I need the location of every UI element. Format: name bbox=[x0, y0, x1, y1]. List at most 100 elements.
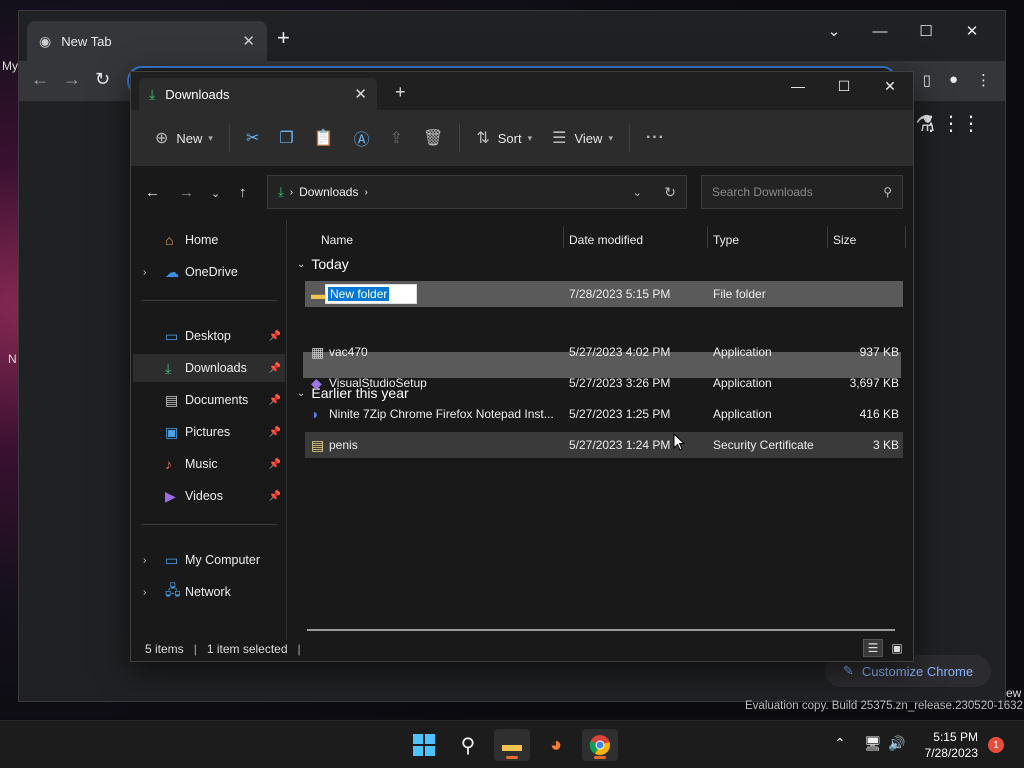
sidebar-item-my-computer[interactable]: › ▭ My Computer bbox=[133, 546, 285, 574]
view-button[interactable]: ☰ View ▾ bbox=[542, 120, 623, 156]
tab-search-icon[interactable]: ⌄ bbox=[811, 15, 857, 47]
volume-icon[interactable]: 🔊 bbox=[888, 735, 905, 752]
sidebar-item-network[interactable]: › 🖧 Network bbox=[133, 578, 285, 606]
explorer-tab-title: Downloads bbox=[165, 86, 230, 102]
forward-icon[interactable]: → bbox=[179, 184, 194, 201]
sidebar-item-desktop[interactable]: ▭ Desktop 📌 bbox=[133, 322, 285, 350]
rename-button[interactable]: Ⓐ bbox=[344, 120, 380, 156]
maximize-icon[interactable]: ☐ bbox=[903, 15, 949, 47]
sidebar-item-label: Desktop bbox=[185, 329, 231, 343]
refresh-icon[interactable]: ↻ bbox=[664, 184, 676, 201]
address-bar[interactable]: ⤓ › Downloads › ⌄ ↻ bbox=[267, 175, 687, 209]
close-icon[interactable]: ✕ bbox=[354, 85, 367, 103]
new-tab-icon[interactable]: + bbox=[395, 82, 406, 103]
search-button[interactable]: ⚲ bbox=[450, 729, 486, 761]
new-tab-icon[interactable]: + bbox=[277, 25, 290, 51]
minimize-icon[interactable]: — bbox=[857, 15, 903, 47]
sidebar-item-documents[interactable]: ▤ Documents 📌 bbox=[133, 386, 285, 414]
forward-icon[interactable]: → bbox=[63, 69, 81, 90]
maximize-icon[interactable]: ☐ bbox=[821, 72, 867, 100]
download-icon: ⤓ bbox=[165, 359, 172, 376]
menu-icon[interactable]: ⋮ bbox=[976, 71, 991, 89]
chrome-window-controls: ⌄ — ☐ ✕ bbox=[811, 15, 995, 47]
rename-input[interactable]: New folder bbox=[325, 284, 417, 304]
copy-button[interactable]: ❐ bbox=[269, 120, 303, 156]
reload-icon[interactable]: ↻ bbox=[95, 69, 110, 90]
row-type: Application bbox=[713, 407, 772, 421]
delete-button[interactable]: 🗑 bbox=[413, 120, 453, 156]
back-icon[interactable]: ← bbox=[31, 69, 49, 90]
tiles-view-icon[interactable]: ▣ bbox=[887, 639, 907, 657]
close-icon[interactable]: ✕ bbox=[867, 72, 913, 100]
sidebar-item-downloads[interactable]: ⤓ Downloads 📌 bbox=[133, 354, 285, 382]
show-hidden-icons-chevron-icon[interactable]: ⌃ bbox=[834, 735, 846, 752]
column-header-size[interactable]: Size bbox=[833, 226, 856, 254]
active-indicator bbox=[506, 756, 518, 759]
table-row[interactable]: ▤ penis 5/27/2023 1:24 PM Security Certi… bbox=[305, 432, 903, 458]
navigation-pane: ⌂ Home › ☁ OneDrive ▭ Desktop 📌 ⤓ Downlo… bbox=[131, 220, 287, 640]
group-header-today[interactable]: ⌄ Today bbox=[297, 256, 349, 272]
breadcrumb-downloads[interactable]: Downloads bbox=[299, 185, 358, 199]
column-header-type[interactable]: Type bbox=[713, 226, 739, 254]
sidebar-item-label: Videos bbox=[185, 489, 223, 503]
back-icon[interactable]: ← bbox=[145, 184, 160, 201]
scissors-icon: ✂ bbox=[245, 130, 260, 147]
details-view-icon[interactable]: ☰ bbox=[863, 639, 883, 657]
expand-chevron-icon[interactable]: › bbox=[143, 587, 146, 598]
minimize-icon[interactable]: — bbox=[775, 72, 821, 100]
row-name: VisualStudioSetup bbox=[329, 376, 427, 390]
share-button[interactable]: ⇪ bbox=[380, 120, 413, 156]
sidebar-item-pictures[interactable]: ▣ Pictures 📌 bbox=[133, 418, 285, 446]
command-bar: ⊕ New ▾ ✂ ❐ 📋 Ⓐ ⇪ 🗑 ⇅ Sort ▾ ☰ View ▾ ··… bbox=[131, 110, 913, 166]
up-icon[interactable]: ↑ bbox=[239, 184, 247, 201]
taskbar-chrome[interactable] bbox=[582, 729, 618, 761]
sidebar-item-onedrive[interactable]: › ☁ OneDrive bbox=[133, 258, 285, 286]
column-divider[interactable] bbox=[827, 226, 828, 248]
new-button[interactable]: ⊕ New ▾ bbox=[145, 120, 223, 156]
status-divider: | bbox=[297, 642, 301, 656]
apps-grid-icon[interactable]: ⋮⋮⋮ bbox=[921, 111, 981, 136]
sidebar-item-videos[interactable]: ▶ Videos 📌 bbox=[133, 482, 285, 510]
column-divider[interactable] bbox=[905, 226, 906, 248]
sidebar-item-music[interactable]: ♪ Music 📌 bbox=[133, 450, 285, 478]
column-header-date[interactable]: Date modified bbox=[569, 226, 643, 254]
sidebar-item-label: Home bbox=[185, 233, 219, 247]
taskbar-firefox[interactable]: ◕ bbox=[538, 729, 574, 761]
network-monitor-icon[interactable]: 🖥 bbox=[864, 735, 882, 752]
chevron-down-icon[interactable]: ⌄ bbox=[633, 186, 642, 199]
recent-chevron-icon[interactable]: ⌄ bbox=[211, 187, 220, 200]
taskbar-file-explorer[interactable]: ▬ bbox=[494, 729, 530, 761]
sidebar-item-home[interactable]: ⌂ Home bbox=[133, 226, 285, 254]
clock-time: 5:15 PM bbox=[933, 730, 978, 744]
search-downloads-input[interactable]: Search Downloads ⚲ bbox=[701, 175, 903, 209]
explorer-tab-downloads[interactable]: ⤓ Downloads ✕ bbox=[139, 78, 377, 110]
table-row[interactable]: ▦ vac470 5/27/2023 4:02 PM Application 9… bbox=[305, 339, 903, 365]
table-row[interactable]: ◆ VisualStudioSetup 5/27/2023 3:26 PM Ap… bbox=[305, 370, 903, 396]
row-type: Application bbox=[713, 345, 772, 359]
expand-chevron-icon[interactable]: › bbox=[143, 267, 146, 278]
more-options-button[interactable]: ··· bbox=[636, 120, 675, 156]
column-divider[interactable] bbox=[707, 226, 708, 248]
cut-button[interactable]: ✂ bbox=[236, 120, 269, 156]
clock[interactable]: 5:15 PM 7/28/2023 bbox=[912, 729, 978, 761]
table-row[interactable]: ▬ New folder 7/28/2023 5:15 PM File fold… bbox=[305, 281, 903, 307]
paste-button[interactable]: 📋 bbox=[304, 120, 344, 156]
expand-chevron-icon[interactable]: › bbox=[143, 555, 146, 566]
start-button[interactable] bbox=[406, 729, 442, 761]
sidebar-item-label: Music bbox=[185, 457, 218, 471]
view-label: View bbox=[574, 130, 603, 146]
column-header-name[interactable]: Name bbox=[321, 226, 353, 254]
divider bbox=[228, 124, 230, 152]
notification-badge[interactable]: 1 bbox=[988, 737, 1004, 753]
close-icon[interactable]: ✕ bbox=[242, 32, 255, 50]
horizontal-scrollbar[interactable] bbox=[307, 629, 895, 631]
table-row[interactable]: ◗ Ninite 7Zip Chrome Firefox Notepad Ins… bbox=[305, 401, 903, 427]
file-explorer-window: ⤓ Downloads ✕ + — ☐ ✕ ⊕ New ▾ ✂ ❐ 📋 Ⓐ ⇪ … bbox=[130, 71, 914, 662]
column-divider[interactable] bbox=[563, 226, 564, 248]
profile-icon[interactable]: ● bbox=[949, 71, 958, 89]
chrome-tab-new-tab[interactable]: ◉ New Tab ✕ bbox=[27, 21, 267, 61]
close-icon[interactable]: ✕ bbox=[949, 15, 995, 47]
side-panel-icon[interactable]: ▯ bbox=[923, 71, 931, 89]
sort-button[interactable]: ⇅ Sort ▾ bbox=[466, 120, 542, 156]
row-date: 5/27/2023 1:24 PM bbox=[569, 438, 671, 452]
